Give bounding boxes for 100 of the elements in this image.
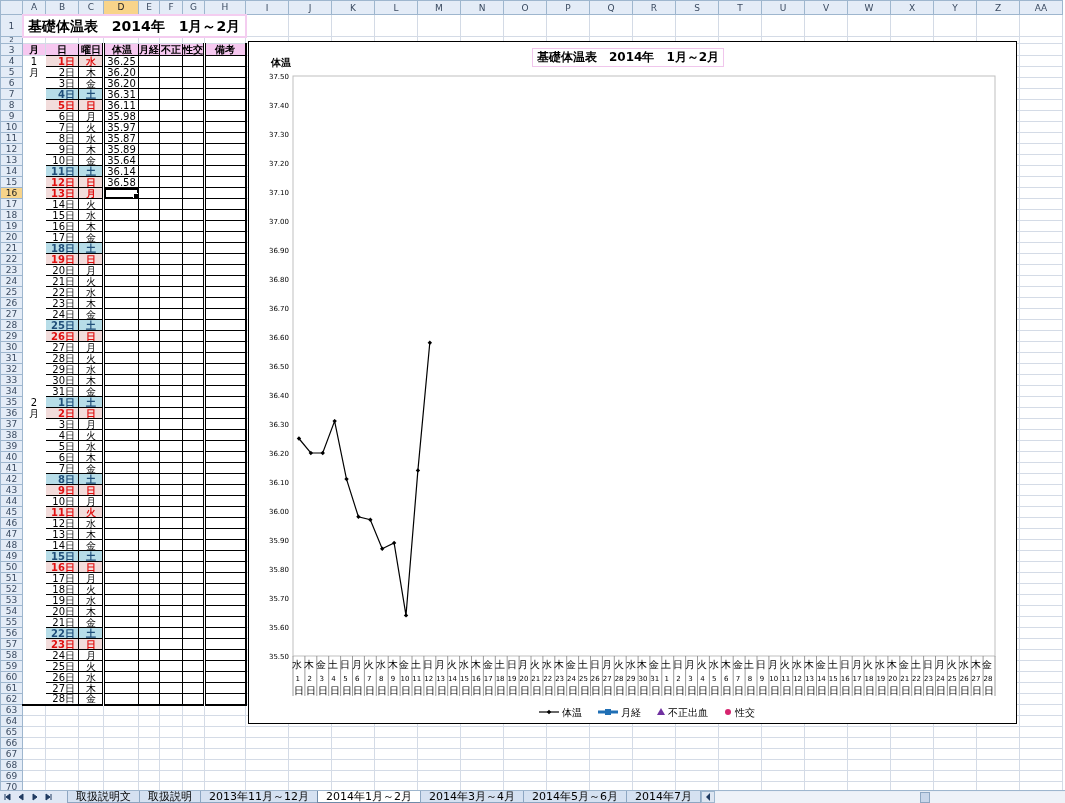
row-header[interactable]: 30: [0, 341, 23, 353]
column-header[interactable]: E: [138, 0, 160, 15]
row-header[interactable]: 48: [0, 539, 23, 551]
row-header[interactable]: 22: [0, 253, 23, 265]
column-header[interactable]: N: [460, 0, 504, 15]
row-header[interactable]: 37: [0, 418, 23, 430]
row-header[interactable]: 47: [0, 528, 23, 540]
temperature-cell[interactable]: 35.87: [103, 132, 139, 144]
temperature-cell[interactable]: 35.98: [103, 110, 139, 122]
temperature-cell[interactable]: 36.58: [103, 176, 139, 188]
column-header[interactable]: Y: [933, 0, 977, 15]
column-header[interactable]: Z: [976, 0, 1020, 15]
row-header[interactable]: 58: [0, 649, 23, 661]
row-header[interactable]: 55: [0, 616, 23, 628]
scrollbar-thumb[interactable]: [920, 791, 930, 803]
row-header[interactable]: 49: [0, 550, 23, 562]
row-header[interactable]: 25: [0, 286, 23, 298]
column-header[interactable]: V: [804, 0, 848, 15]
column-header[interactable]: P: [546, 0, 590, 15]
row-header[interactable]: 19: [0, 220, 23, 232]
column-header[interactable]: I: [245, 0, 289, 15]
temperature-cell[interactable]: 36.11: [103, 99, 139, 111]
row-header[interactable]: 57: [0, 638, 23, 650]
column-header[interactable]: L: [374, 0, 418, 15]
row-header[interactable]: 10: [0, 121, 23, 133]
row-header[interactable]: 38: [0, 429, 23, 441]
column-header[interactable]: A: [22, 0, 46, 15]
row-header[interactable]: 51: [0, 572, 23, 584]
row-header[interactable]: 61: [0, 682, 23, 694]
row-header[interactable]: 18: [0, 209, 23, 221]
row-header[interactable]: 26: [0, 297, 23, 309]
row-header[interactable]: 12: [0, 143, 23, 155]
scroll-left-button[interactable]: [701, 791, 715, 803]
previous-sheet-icon[interactable]: [17, 793, 25, 801]
column-header[interactable]: K: [331, 0, 375, 15]
row-header[interactable]: 52: [0, 583, 23, 595]
row-header[interactable]: 63: [0, 704, 23, 716]
column-header[interactable]: O: [503, 0, 547, 15]
column-header[interactable]: S: [675, 0, 719, 15]
column-header[interactable]: C: [78, 0, 104, 15]
sheet-tab[interactable]: 2013年11月～12月: [200, 791, 318, 803]
row-header[interactable]: 32: [0, 363, 23, 375]
temperature-cell[interactable]: 35.97: [103, 121, 139, 133]
column-header[interactable]: M: [417, 0, 461, 15]
row-header[interactable]: 8: [0, 99, 23, 111]
column-header[interactable]: R: [632, 0, 676, 15]
temperature-cell[interactable]: 35.64: [103, 154, 139, 166]
row-header[interactable]: 16: [0, 187, 23, 199]
row-header[interactable]: 56: [0, 627, 23, 639]
row-header[interactable]: 53: [0, 594, 23, 606]
row-header[interactable]: 64: [0, 715, 23, 727]
column-header[interactable]: Q: [589, 0, 633, 15]
row-header[interactable]: 45: [0, 506, 23, 518]
row-header[interactable]: 44: [0, 495, 23, 507]
column-header[interactable]: W: [847, 0, 891, 15]
row-header[interactable]: 28: [0, 319, 23, 331]
row-header[interactable]: 5: [0, 66, 23, 78]
row-header[interactable]: 62: [0, 693, 23, 705]
row-header[interactable]: 50: [0, 561, 23, 573]
row-header[interactable]: 13: [0, 154, 23, 166]
column-header[interactable]: F: [159, 0, 183, 15]
row-header[interactable]: 21: [0, 242, 23, 254]
sheet-tab[interactable]: 取扱説明: [139, 791, 201, 803]
row-header[interactable]: 24: [0, 275, 23, 287]
row-header[interactable]: 20: [0, 231, 23, 243]
row-header[interactable]: 59: [0, 660, 23, 672]
column-header[interactable]: B: [45, 0, 79, 15]
row-header[interactable]: 43: [0, 484, 23, 496]
row-header[interactable]: 11: [0, 132, 23, 144]
temperature-cell[interactable]: 36.20: [103, 77, 139, 89]
row-header[interactable]: 6: [0, 77, 23, 89]
row-header[interactable]: 27: [0, 308, 23, 320]
sheet-tab[interactable]: 2014年1月～2月: [317, 791, 421, 803]
column-header[interactable]: G: [182, 0, 205, 15]
last-sheet-icon[interactable]: [45, 793, 53, 801]
row-header[interactable]: 23: [0, 264, 23, 276]
row-header[interactable]: 1: [0, 14, 23, 37]
row-header[interactable]: 36: [0, 407, 23, 419]
row-header[interactable]: 29: [0, 330, 23, 342]
row-header[interactable]: 40: [0, 451, 23, 463]
row-header[interactable]: 31: [0, 352, 23, 364]
row-header[interactable]: 9: [0, 110, 23, 122]
column-header[interactable]: U: [761, 0, 805, 15]
row-header[interactable]: 14: [0, 165, 23, 177]
row-header[interactable]: 17: [0, 198, 23, 210]
row-header[interactable]: 54: [0, 605, 23, 617]
row-header[interactable]: 60: [0, 671, 23, 683]
sheet-tab[interactable]: 2014年7月: [626, 791, 701, 803]
temperature-cell[interactable]: 35.89: [103, 143, 139, 155]
row-header[interactable]: 7: [0, 88, 23, 100]
row-header[interactable]: 4: [0, 55, 23, 67]
row-header[interactable]: 33: [0, 374, 23, 386]
row-header[interactable]: 42: [0, 473, 23, 485]
column-header[interactable]: H: [204, 0, 246, 15]
column-header[interactable]: J: [288, 0, 332, 15]
row-header[interactable]: 41: [0, 462, 23, 474]
column-header[interactable]: D: [103, 0, 139, 15]
first-sheet-icon[interactable]: [3, 793, 11, 801]
sheet-tab[interactable]: 取扱説明文: [67, 791, 140, 803]
row-header[interactable]: 34: [0, 385, 23, 397]
